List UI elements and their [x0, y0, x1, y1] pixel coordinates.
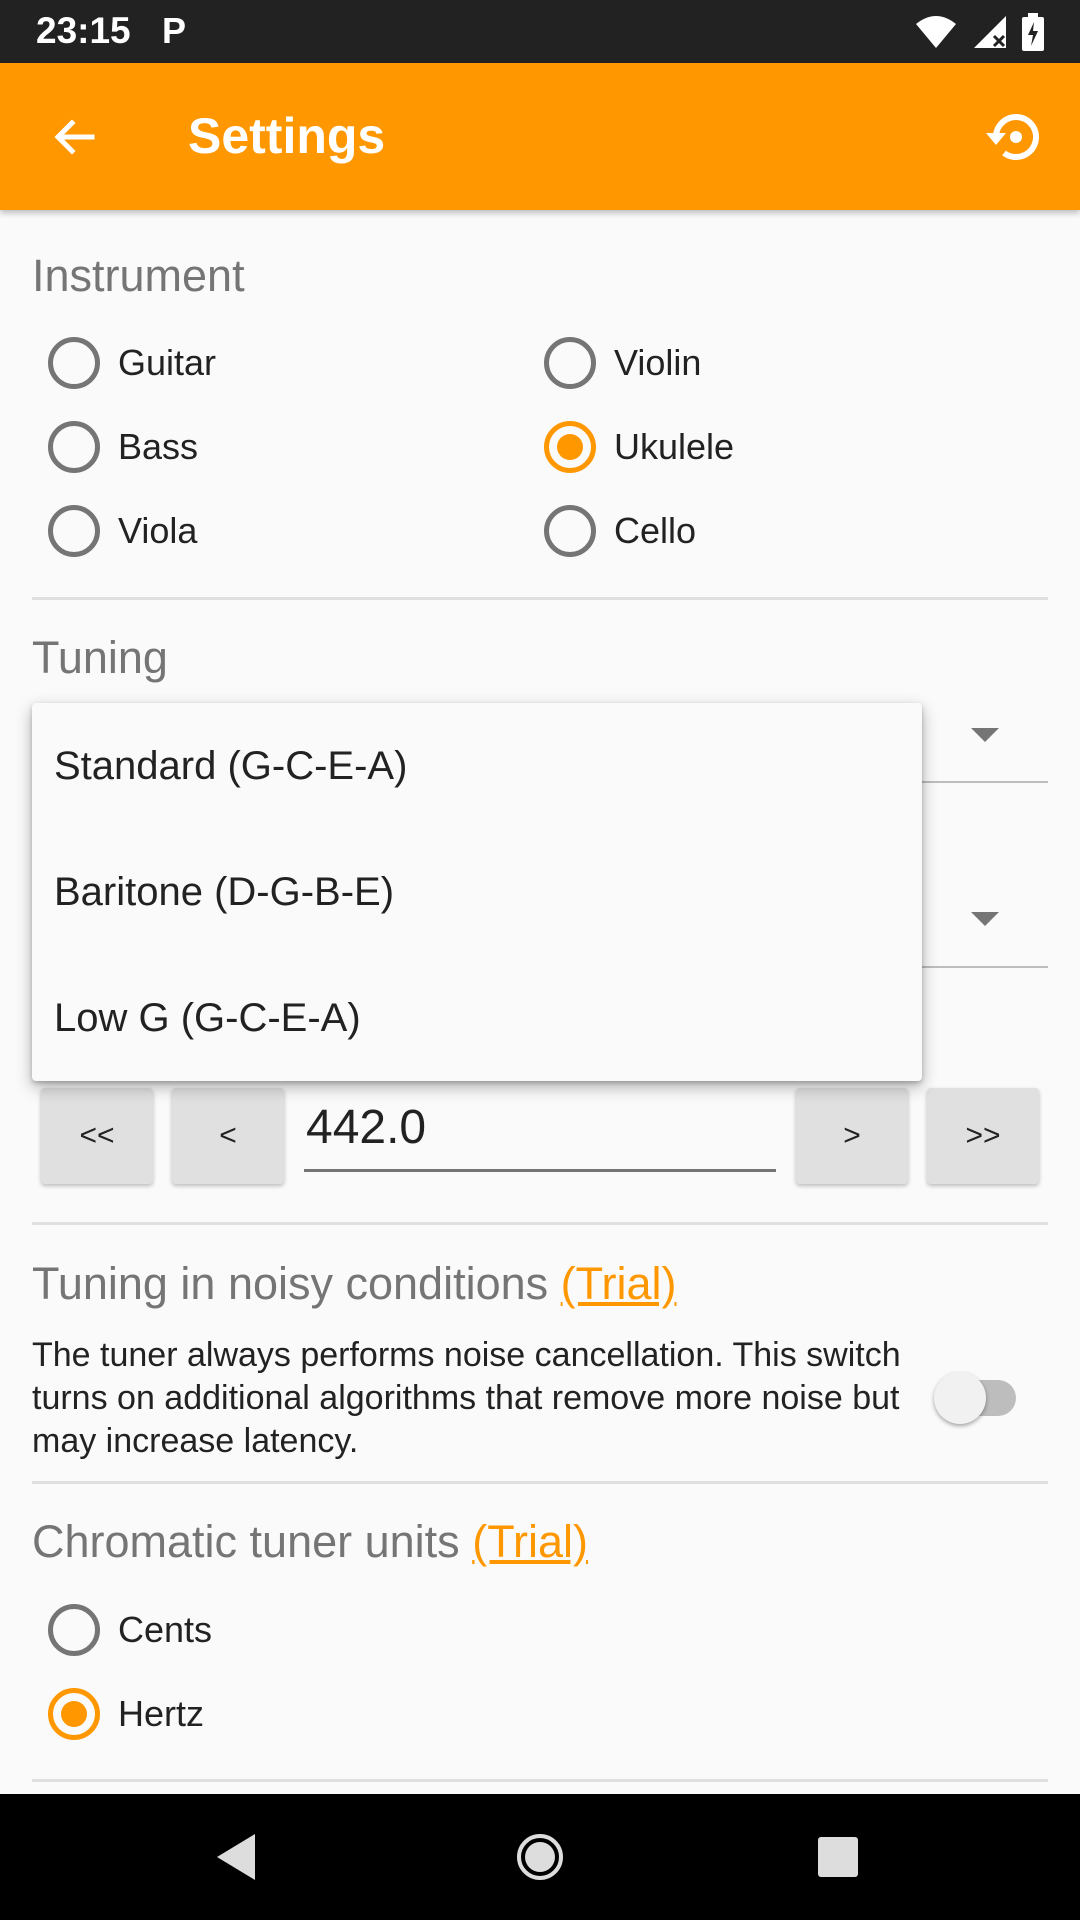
radio-button[interactable] — [544, 337, 596, 389]
radio-cents[interactable]: Cents — [48, 1595, 212, 1665]
divider — [32, 597, 1048, 600]
decrease-button[interactable]: < — [172, 1088, 284, 1184]
divider — [32, 1481, 1048, 1484]
radio-label-viola: Viola — [118, 510, 198, 551]
increase-button[interactable]: > — [796, 1088, 908, 1184]
restore-icon — [986, 114, 1039, 160]
nav-home-button[interactable] — [505, 1822, 575, 1892]
reset-button[interactable] — [978, 101, 1050, 173]
radio-violin[interactable]: Violin — [544, 328, 701, 398]
wifi-icon — [916, 16, 956, 48]
radio-label-cello: Cello — [614, 510, 697, 551]
nav-back-button[interactable] — [202, 1822, 272, 1892]
radio-label-hertz: Hertz — [118, 1693, 205, 1734]
chromatic-trial-link[interactable]: (Trial) — [472, 1516, 588, 1567]
radio-button-checked[interactable] — [48, 1688, 100, 1740]
divider — [32, 1779, 1048, 1782]
noise-trial-link[interactable]: (Trial) — [561, 1258, 677, 1309]
parking-app-icon: P — [162, 10, 187, 51]
dropdown-item-low-g[interactable]: Low G (G-C-E-A) — [32, 955, 922, 1081]
noise-title-text: Tuning in noisy conditions — [32, 1258, 549, 1309]
radio-button[interactable] — [48, 337, 100, 389]
tuning-spinner-arrow-icon[interactable] — [971, 728, 999, 742]
spinner-arrow-icon[interactable] — [971, 912, 999, 926]
app-bar: Settings — [0, 63, 1080, 210]
nav-recents-icon — [818, 1837, 858, 1877]
radio-button[interactable] — [48, 505, 100, 557]
instrument-section-title: Instrument — [32, 250, 245, 301]
dropdown-item-baritone[interactable]: Baritone (D-G-B-E) — [32, 829, 922, 955]
radio-ukulele[interactable]: Ukulele — [544, 412, 734, 482]
divider — [32, 1222, 1048, 1225]
radio-label-guitar: Guitar — [118, 342, 217, 383]
chromatic-units-section-title: Chromatic tuner units (Trial) — [32, 1516, 588, 1568]
status-bar: 23:15 P — [0, 0, 1080, 63]
status-icons — [914, 13, 1044, 51]
radio-hertz[interactable]: Hertz — [48, 1679, 204, 1749]
status-time: 23:15 — [36, 10, 131, 51]
page-title: Settings — [188, 108, 386, 164]
radio-guitar[interactable]: Guitar — [48, 328, 216, 398]
radio-label-ukulele: Ukulele — [614, 426, 735, 467]
nav-back-icon — [217, 1834, 255, 1880]
tuning-section-title: Tuning — [32, 632, 168, 683]
radio-button[interactable] — [48, 1604, 100, 1656]
frequency-input[interactable]: 442.0 — [304, 1100, 776, 1172]
radio-viola[interactable]: Viola — [48, 496, 197, 566]
tuning-dropdown-menu: Standard (G-C-E-A) Baritone (D-G-B-E) Lo… — [32, 703, 922, 1081]
radio-label-cents: Cents — [118, 1609, 213, 1650]
fast-decrease-button[interactable]: << — [41, 1088, 153, 1184]
radio-button-checked[interactable] — [544, 421, 596, 473]
radio-button[interactable] — [544, 505, 596, 557]
noise-switch-thumb[interactable] — [934, 1372, 986, 1424]
radio-button[interactable] — [48, 421, 100, 473]
battery-icon — [1022, 13, 1044, 51]
chromatic-title-text: Chromatic tuner units — [32, 1516, 460, 1567]
navigation-bar — [0, 1794, 1080, 1920]
cell-signal-icon — [974, 16, 1006, 48]
radio-bass[interactable]: Bass — [48, 412, 198, 482]
arrow-back-icon — [54, 119, 95, 155]
dropdown-item-standard[interactable]: Standard (G-C-E-A) — [32, 703, 922, 829]
nav-home-icon — [517, 1834, 563, 1880]
radio-label-violin: Violin — [614, 342, 702, 383]
noise-section-title: Tuning in noisy conditions (Trial) — [32, 1258, 676, 1310]
radio-label-bass: Bass — [118, 426, 199, 467]
nav-recents-button[interactable] — [803, 1822, 873, 1892]
radio-cello[interactable]: Cello — [544, 496, 696, 566]
back-button[interactable] — [40, 103, 108, 171]
fast-increase-button[interactable]: >> — [927, 1088, 1039, 1184]
noise-description: The tuner always performs noise cancella… — [32, 1336, 901, 1460]
